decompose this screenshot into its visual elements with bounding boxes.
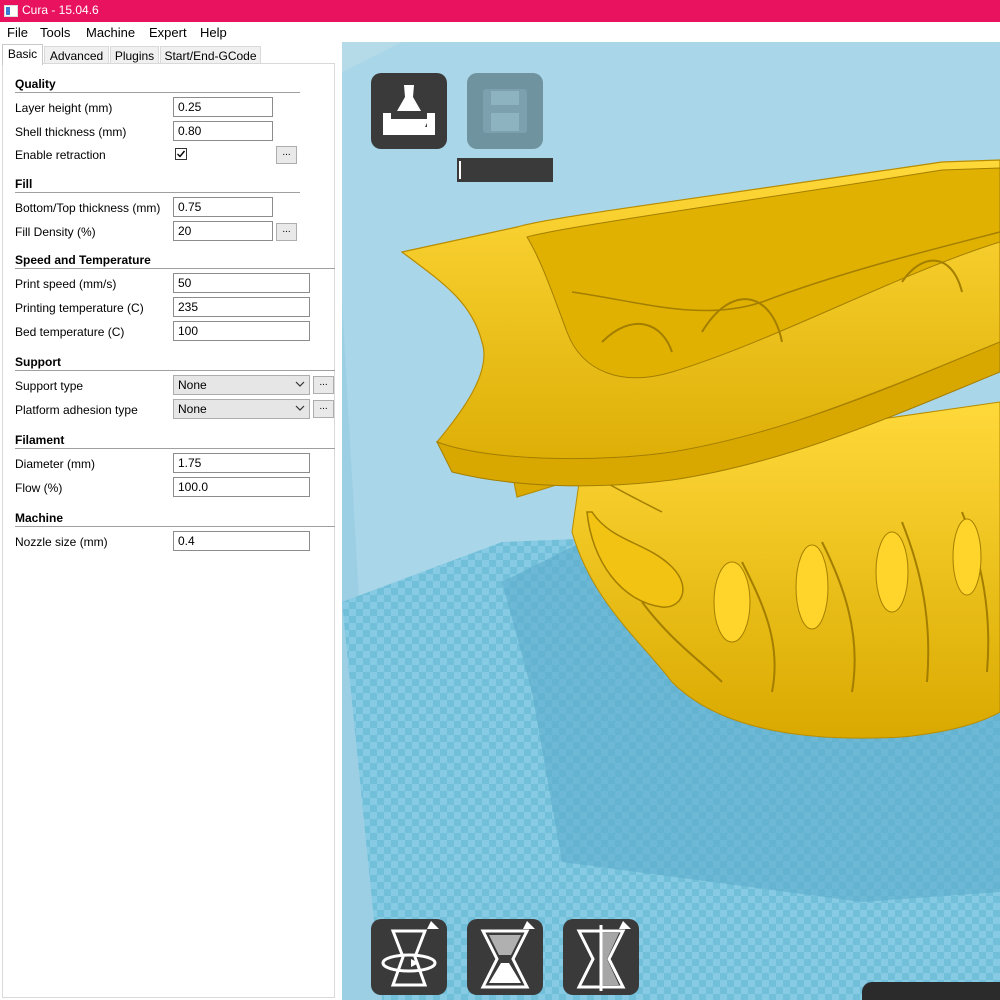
- platform-adhesion-value: None: [178, 402, 207, 416]
- window-title: Cura - 15.04.6: [22, 3, 99, 17]
- support-type-more-button[interactable]: ...: [313, 376, 334, 394]
- settings-pane: Basic Advanced Plugins Start/End-GCode Q…: [0, 42, 342, 1000]
- support-type-label: Support type: [15, 379, 84, 393]
- window-titlebar: Cura - 15.04.6: [0, 0, 1000, 22]
- tab-advanced[interactable]: Advanced: [44, 46, 109, 64]
- fill-density-input[interactable]: 20: [173, 221, 273, 241]
- slice-progress-bar: [457, 158, 553, 182]
- load-model-button[interactable]: [371, 73, 447, 149]
- bed-temperature-input[interactable]: 100: [173, 321, 310, 341]
- 3d-viewport[interactable]: [342, 42, 1000, 1000]
- platform-adhesion-more-button[interactable]: ...: [313, 400, 334, 418]
- flow-label: Flow (%): [15, 481, 63, 495]
- checkmark-icon: [177, 150, 186, 158]
- tab-start-end-gcode[interactable]: Start/End-GCode: [160, 46, 261, 64]
- nozzle-size-label: Nozzle size (mm): [15, 535, 108, 549]
- machine-header: Machine: [15, 511, 64, 525]
- save-toolpath-button[interactable]: [467, 73, 543, 149]
- tab-basic[interactable]: Basic: [2, 44, 43, 65]
- menu-help[interactable]: Help: [200, 25, 227, 40]
- print-speed-input[interactable]: 50: [173, 273, 310, 293]
- quality-divider: [15, 92, 300, 93]
- support-header: Support: [15, 355, 61, 369]
- bottom-top-thickness-input[interactable]: 0.75: [173, 197, 273, 217]
- menu-tools[interactable]: Tools: [40, 25, 70, 40]
- tab-plugins[interactable]: Plugins: [110, 46, 159, 64]
- fill-density-label: Fill Density (%): [15, 225, 96, 239]
- diameter-label: Diameter (mm): [15, 457, 95, 471]
- bed-temperature-label: Bed temperature (C): [15, 325, 125, 339]
- flow-input[interactable]: 100.0: [173, 477, 310, 497]
- load-model-icon: [383, 85, 435, 135]
- quality-header: Quality: [15, 77, 56, 91]
- menu-file[interactable]: File: [7, 25, 28, 40]
- chevron-down-icon: [295, 381, 305, 387]
- retraction-more-button[interactable]: ...: [276, 146, 297, 164]
- layer-height-input[interactable]: 0.25: [173, 97, 273, 117]
- speed-divider: [15, 268, 335, 269]
- shell-thickness-input[interactable]: 0.80: [173, 121, 273, 141]
- platform-adhesion-select[interactable]: None: [173, 399, 310, 419]
- settings-tabs: Basic Advanced Plugins Start/End-GCode: [0, 44, 342, 65]
- fill-header: Fill: [15, 177, 33, 191]
- fill-density-more-button[interactable]: ...: [276, 223, 297, 241]
- chevron-down-icon: [295, 405, 305, 411]
- rotate-button[interactable]: [371, 919, 447, 995]
- basic-settings-panel: Quality Layer height (mm) 0.25 Shell thi…: [2, 63, 335, 998]
- printing-temperature-label: Printing temperature (C): [15, 301, 144, 315]
- nozzle-size-input[interactable]: 0.4: [173, 531, 310, 551]
- bottom-top-thickness-label: Bottom/Top thickness (mm): [15, 201, 161, 215]
- filament-header: Filament: [15, 433, 65, 447]
- filament-divider: [15, 448, 335, 449]
- rotate-icon: [381, 921, 439, 987]
- menu-bar: File Tools Machine Expert Help: [0, 22, 1000, 42]
- enable-retraction-label: Enable retraction: [15, 148, 106, 162]
- enable-retraction-checkbox[interactable]: [175, 148, 187, 160]
- cura-app-icon: [4, 5, 18, 17]
- mirror-icon: [576, 921, 631, 991]
- scene-canvas: [342, 42, 1000, 1000]
- viewport-corner-overlay: [862, 982, 1000, 1000]
- menu-expert[interactable]: Expert: [149, 25, 187, 40]
- printing-temperature-input[interactable]: 235: [173, 297, 310, 317]
- platform-adhesion-label: Platform adhesion type: [15, 403, 138, 417]
- support-type-value: None: [178, 378, 207, 392]
- support-divider: [15, 370, 335, 371]
- print-speed-label: Print speed (mm/s): [15, 277, 117, 291]
- shell-thickness-label: Shell thickness (mm): [15, 125, 127, 139]
- support-type-select[interactable]: None: [173, 375, 310, 395]
- diameter-input[interactable]: 1.75: [173, 453, 310, 473]
- fill-divider: [15, 192, 300, 193]
- layer-height-label: Layer height (mm): [15, 101, 113, 115]
- menu-machine[interactable]: Machine: [86, 25, 135, 40]
- scale-button[interactable]: [467, 919, 543, 995]
- scale-icon: [480, 921, 535, 989]
- machine-divider: [15, 526, 335, 527]
- mirror-button[interactable]: [563, 919, 639, 995]
- save-toolpath-icon: [483, 89, 527, 133]
- speed-temperature-header: Speed and Temperature: [15, 253, 151, 267]
